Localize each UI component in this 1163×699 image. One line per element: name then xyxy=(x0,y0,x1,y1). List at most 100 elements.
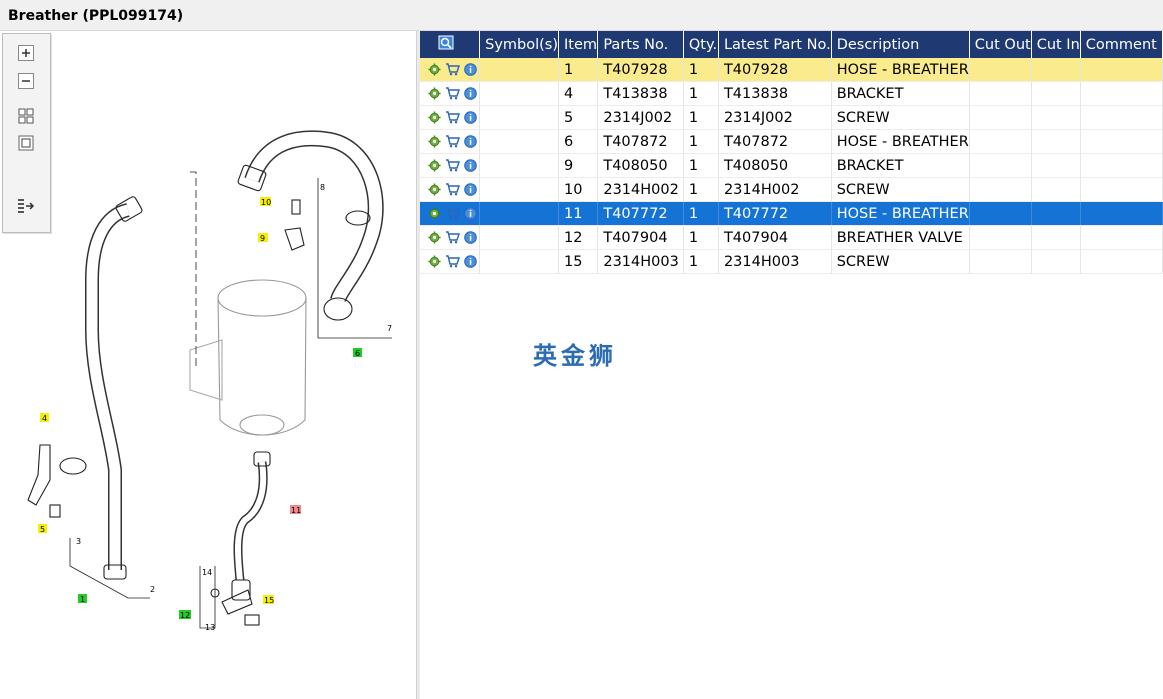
callout-8[interactable]: 8 xyxy=(320,183,325,192)
qty-cell: 1 xyxy=(683,81,719,106)
description-cell: SCREW xyxy=(831,105,970,130)
callout-5[interactable]: 5 xyxy=(40,525,45,534)
fit-page-button[interactable] xyxy=(15,132,37,154)
symbols-cell xyxy=(479,201,560,226)
gear-icon[interactable] xyxy=(427,254,442,269)
zoom-out-icon xyxy=(18,73,34,89)
qty-cell: 1 xyxy=(683,249,719,274)
callout-7[interactable]: 7 xyxy=(387,324,392,333)
cut-in-cell xyxy=(1031,58,1081,82)
cart-icon[interactable] xyxy=(445,134,460,149)
export-button[interactable] xyxy=(15,195,37,217)
info-icon[interactable] xyxy=(463,158,478,173)
item-cell: 12 xyxy=(558,225,599,250)
column-cut-in[interactable]: Cut In xyxy=(1031,31,1081,58)
column-symbols[interactable]: Symbol(s) xyxy=(479,31,560,58)
parts-no-cell: T407772 xyxy=(597,201,684,226)
table-row[interactable]: 11 T407772 1 T407772 HOSE - BREATHER xyxy=(420,201,1163,226)
row-actions xyxy=(420,177,481,202)
column-item[interactable]: Item xyxy=(558,31,599,58)
table-row[interactable]: 6 T407872 1 T407872 HOSE - BREATHER xyxy=(420,129,1163,154)
zoom-in-icon xyxy=(18,45,34,61)
cut-out-cell xyxy=(969,153,1032,178)
cart-icon[interactable] xyxy=(445,206,460,221)
description-cell: BRACKET xyxy=(831,153,970,178)
cart-icon[interactable] xyxy=(445,182,460,197)
cart-icon[interactable] xyxy=(445,158,460,173)
row-actions xyxy=(420,249,481,274)
callout-4[interactable]: 4 xyxy=(42,414,47,423)
info-icon[interactable] xyxy=(463,182,478,197)
table-row[interactable]: 10 2314H002 1 2314H002 SCREW xyxy=(420,177,1163,202)
column-description[interactable]: Description xyxy=(831,31,970,58)
table-row[interactable]: 1 T407928 1 T407928 HOSE - BREATHER xyxy=(420,58,1163,82)
comment-cell xyxy=(1080,225,1163,250)
symbols-cell xyxy=(479,225,560,250)
callout-9[interactable]: 9 xyxy=(260,234,265,243)
table-row[interactable]: 15 2314H003 1 2314H003 SCREW xyxy=(420,249,1163,274)
cart-icon[interactable] xyxy=(445,110,460,125)
info-icon[interactable] xyxy=(463,62,478,77)
item-cell: 9 xyxy=(558,153,599,178)
parts-no-cell: 2314H003 xyxy=(597,249,684,274)
parts-diagram[interactable]: 10 9 8 7 6 4 5 3 2 1 11 14 12 15 13 xyxy=(0,31,416,699)
row-actions xyxy=(420,129,481,154)
callout-13[interactable]: 13 xyxy=(205,623,215,632)
table-row[interactable]: 4 T413838 1 T413838 BRACKET xyxy=(420,81,1163,106)
cut-in-cell xyxy=(1031,153,1081,178)
callout-14[interactable]: 14 xyxy=(202,568,212,577)
cart-icon[interactable] xyxy=(445,62,460,77)
fit-all-button[interactable] xyxy=(15,105,37,127)
gear-icon[interactable] xyxy=(427,158,442,173)
table-row[interactable]: 5 2314J002 1 2314J002 SCREW xyxy=(420,105,1163,130)
column-parts-no[interactable]: Parts No. xyxy=(597,31,684,58)
callout-12[interactable]: 12 xyxy=(180,611,190,620)
gear-icon[interactable] xyxy=(427,230,442,245)
item-cell: 10 xyxy=(558,177,599,202)
info-icon[interactable] xyxy=(463,134,478,149)
callout-2[interactable]: 2 xyxy=(150,585,155,594)
export-icon xyxy=(18,199,35,213)
zoom-in-button[interactable] xyxy=(15,42,37,64)
column-comment[interactable]: Comment xyxy=(1080,31,1163,58)
callout-3[interactable]: 3 xyxy=(76,537,81,546)
zoom-out-button[interactable] xyxy=(15,70,37,92)
info-icon[interactable] xyxy=(463,110,478,125)
column-cut-out[interactable]: Cut Out xyxy=(969,31,1032,58)
callout-15[interactable]: 15 xyxy=(264,596,274,605)
item-cell: 6 xyxy=(558,129,599,154)
table-row[interactable]: 12 T407904 1 T407904 BREATHER VALVE xyxy=(420,225,1163,250)
gear-icon[interactable] xyxy=(427,182,442,197)
cart-icon[interactable] xyxy=(445,230,460,245)
row-actions xyxy=(420,81,481,106)
info-icon[interactable] xyxy=(463,254,478,269)
callout-11[interactable]: 11 xyxy=(291,506,301,515)
gear-icon[interactable] xyxy=(427,86,442,101)
gear-icon[interactable] xyxy=(427,134,442,149)
callout-6[interactable]: 6 xyxy=(355,349,360,358)
table-row[interactable]: 9 T408050 1 T408050 BRACKET xyxy=(420,153,1163,178)
info-icon[interactable] xyxy=(463,206,478,221)
gear-icon[interactable] xyxy=(427,206,442,221)
title-bar: Breather (PPL099174) xyxy=(0,0,1163,31)
info-icon[interactable] xyxy=(463,230,478,245)
description-cell: HOSE - BREATHER xyxy=(831,58,970,82)
callout-1[interactable]: 1 xyxy=(80,595,85,604)
column-qty[interactable]: Qty. xyxy=(683,31,719,58)
cut-in-cell xyxy=(1031,225,1081,250)
callout-10[interactable]: 10 xyxy=(261,198,271,207)
row-actions xyxy=(420,58,481,82)
gear-icon[interactable] xyxy=(427,62,442,77)
cart-icon[interactable] xyxy=(445,254,460,269)
cart-icon[interactable] xyxy=(445,86,460,101)
column-search[interactable] xyxy=(420,31,481,58)
parts-no-cell: T407904 xyxy=(597,225,684,250)
parts-no-cell: T407928 xyxy=(597,58,684,82)
parts-grid: Symbol(s) Item Parts No. Qty. Latest Par… xyxy=(420,31,1163,274)
table-header: Symbol(s) Item Parts No. Qty. Latest Par… xyxy=(420,31,1163,58)
gear-icon[interactable] xyxy=(427,110,442,125)
info-icon[interactable] xyxy=(463,86,478,101)
latest-part-no-cell: T407904 xyxy=(718,225,832,250)
column-latest-part-no[interactable]: Latest Part No. xyxy=(718,31,832,58)
watermark: 英金狮 xyxy=(533,342,617,370)
